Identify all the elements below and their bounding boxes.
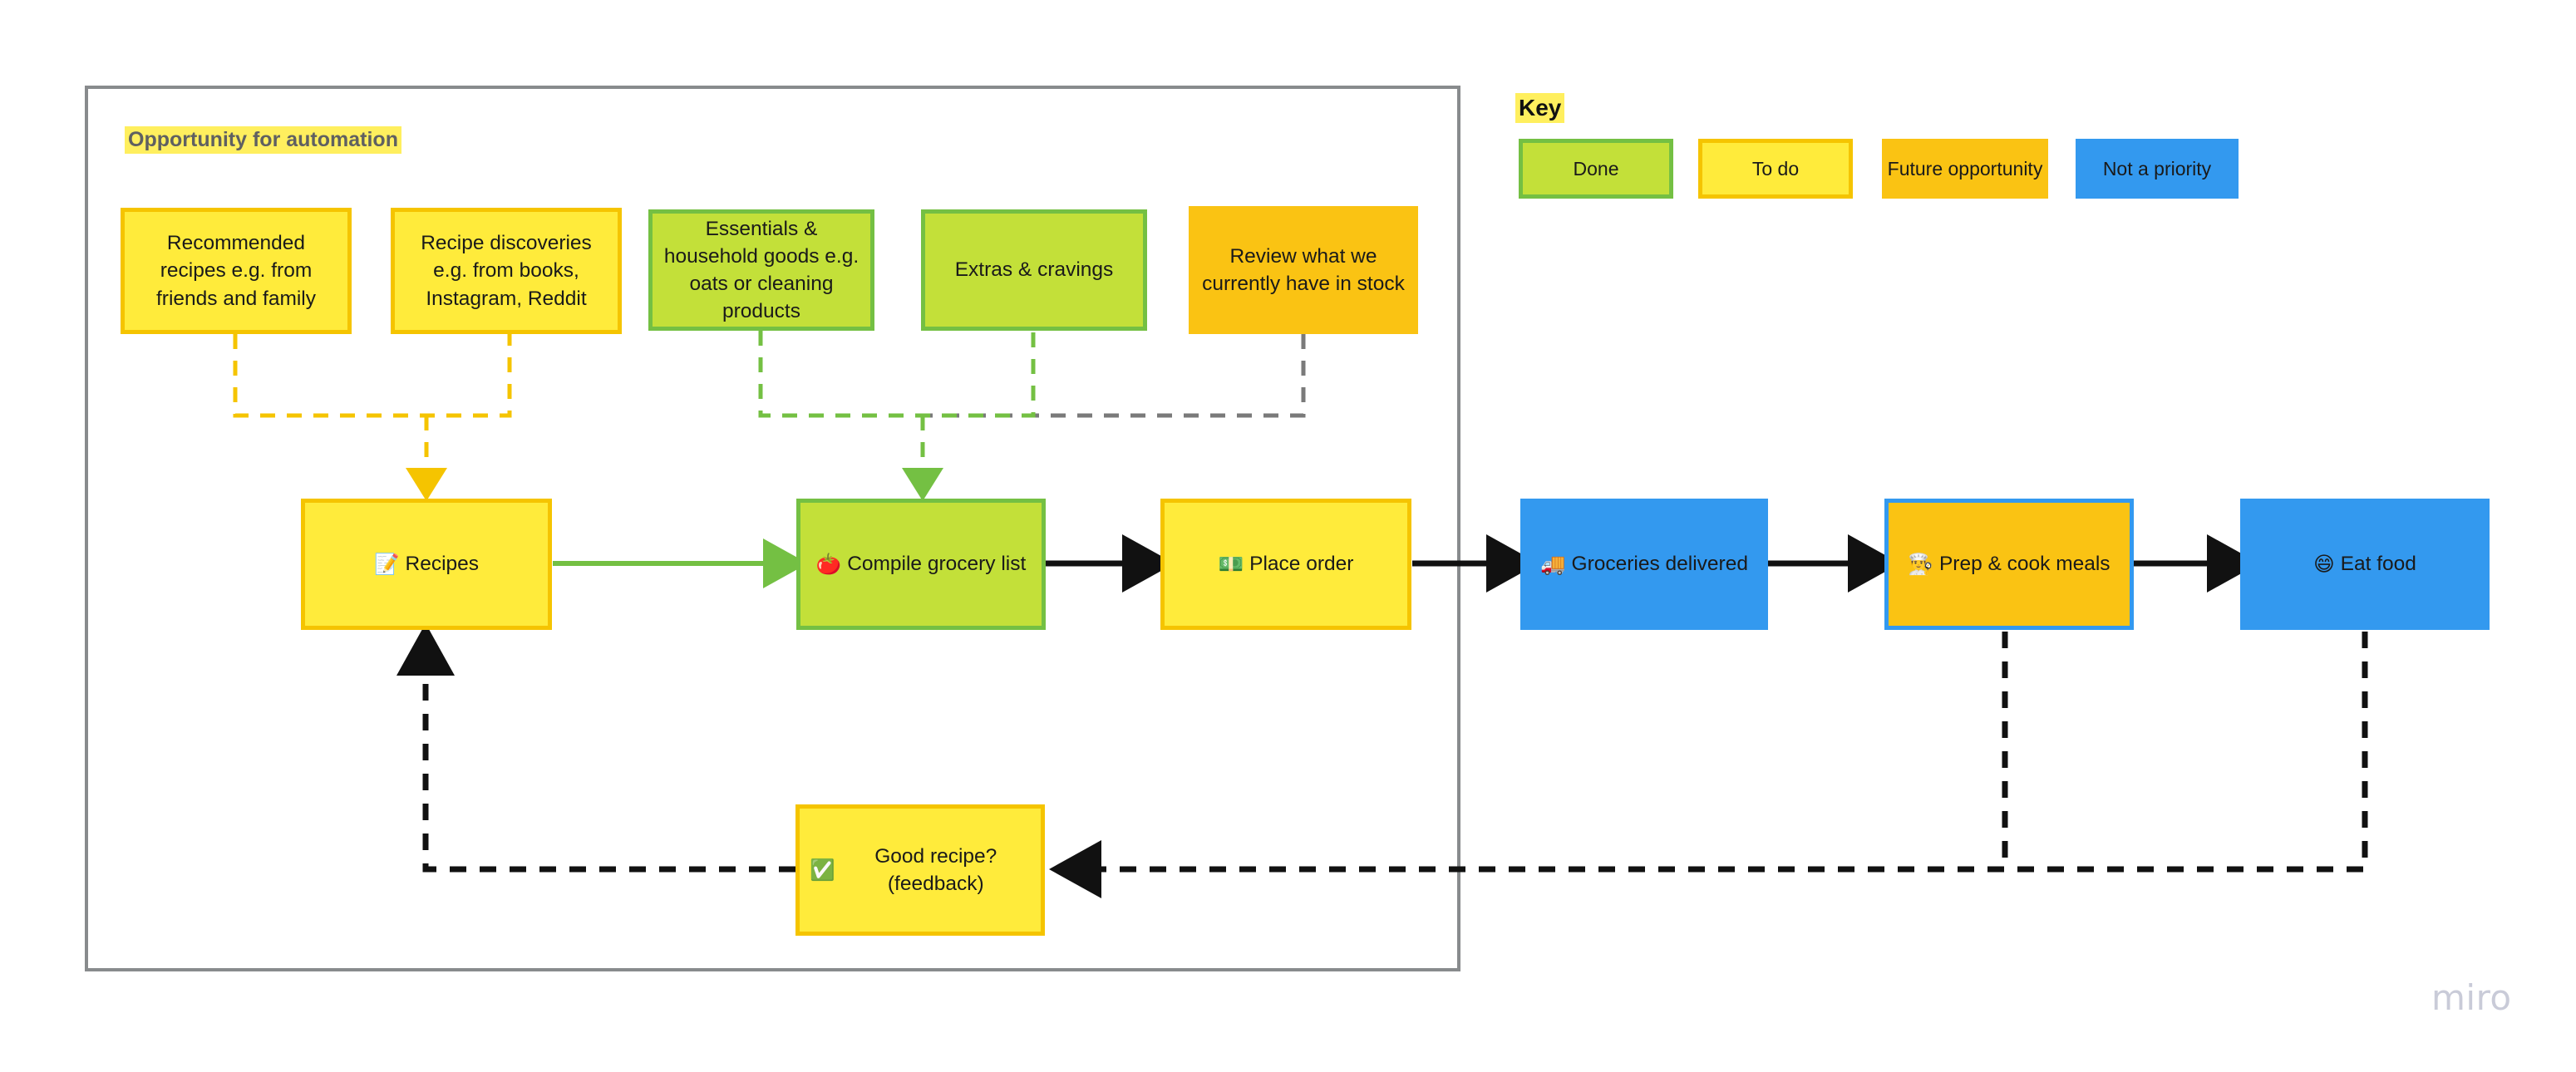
check-mark-icon: ✅ — [810, 858, 835, 883]
input-box-essentials-household[interactable]: Essentials & household goods e.g. oats o… — [648, 209, 874, 331]
key-item-label: To do — [1751, 157, 1800, 179]
flow-node-label: Prep & cook meals — [1938, 553, 2111, 576]
key-title: Key — [1515, 93, 1565, 123]
key-item-label: Not a priority — [2102, 157, 2212, 179]
flow-node-label: Good recipe? (feedback) — [874, 844, 997, 895]
frame-label: Opportunity for automation — [125, 126, 401, 154]
chef-icon: 👨‍🍳 — [1908, 552, 1933, 577]
key-item-done[interactable]: Done — [1519, 139, 1673, 199]
flow-node-recipes[interactable]: 📝 Recipes — [301, 499, 552, 630]
input-box-review-stock[interactable]: Review what we currently have in stock — [1189, 206, 1418, 334]
input-label: Recommended recipes e.g. from friends an… — [155, 232, 316, 310]
flow-node-label: Compile grocery list — [847, 553, 1027, 576]
input-box-recipe-discoveries[interactable]: Recipe discoveries e.g. from books, Inst… — [391, 208, 622, 334]
delivery-truck-icon: 🚚 — [1540, 552, 1566, 577]
grinning-face-icon: 😄 — [2313, 552, 2335, 577]
flow-node-prep-cook-meals[interactable]: 👨‍🍳 Prep & cook meals — [1884, 499, 2134, 630]
diagram-canvas: Opportunity for automation Recommended r… — [0, 0, 2576, 1072]
miro-watermark: miro — [2431, 977, 2512, 1018]
key-item-label: Done — [1573, 157, 1619, 179]
banknote-icon: 💵 — [1218, 552, 1244, 577]
memo-icon: 📝 — [373, 552, 400, 577]
input-box-extras-cravings[interactable]: Extras & cravings — [921, 209, 1147, 331]
input-label: Extras & cravings — [954, 258, 1114, 282]
input-box-recommended-recipes[interactable]: Recommended recipes e.g. from friends an… — [121, 208, 352, 334]
flow-node-label: Place order — [1249, 553, 1354, 576]
flow-node-eat-food[interactable]: 😄 Eat food — [2240, 499, 2490, 630]
input-label: Essentials & household goods e.g. oats o… — [663, 217, 859, 323]
key-item-to-do[interactable]: To do — [1698, 139, 1853, 199]
flow-node-groceries-delivered[interactable]: 🚚 Groceries delivered — [1520, 499, 1768, 630]
input-label: Review what we currently have in stock — [1202, 244, 1405, 295]
key-item-label: Future opportunity — [1887, 157, 2043, 179]
flow-node-compile-grocery-list[interactable]: 🍅 Compile grocery list — [796, 499, 1046, 630]
flow-node-label: Groceries delivered — [1571, 553, 1748, 576]
flow-node-good-recipe-feedback[interactable]: ✅ Good recipe? (feedback) — [795, 804, 1045, 936]
key-item-future-opportunity[interactable]: Future opportunity — [1882, 139, 2048, 199]
input-label: Recipe discoveries e.g. from books, Inst… — [421, 232, 592, 310]
flow-node-label: Recipes — [405, 553, 480, 576]
flow-node-label: Eat food — [2340, 553, 2416, 576]
flow-node-place-order[interactable]: 💵 Place order — [1160, 499, 1411, 630]
key-item-not-a-priority[interactable]: Not a priority — [2076, 139, 2239, 199]
tomato-icon: 🍅 — [815, 552, 842, 577]
